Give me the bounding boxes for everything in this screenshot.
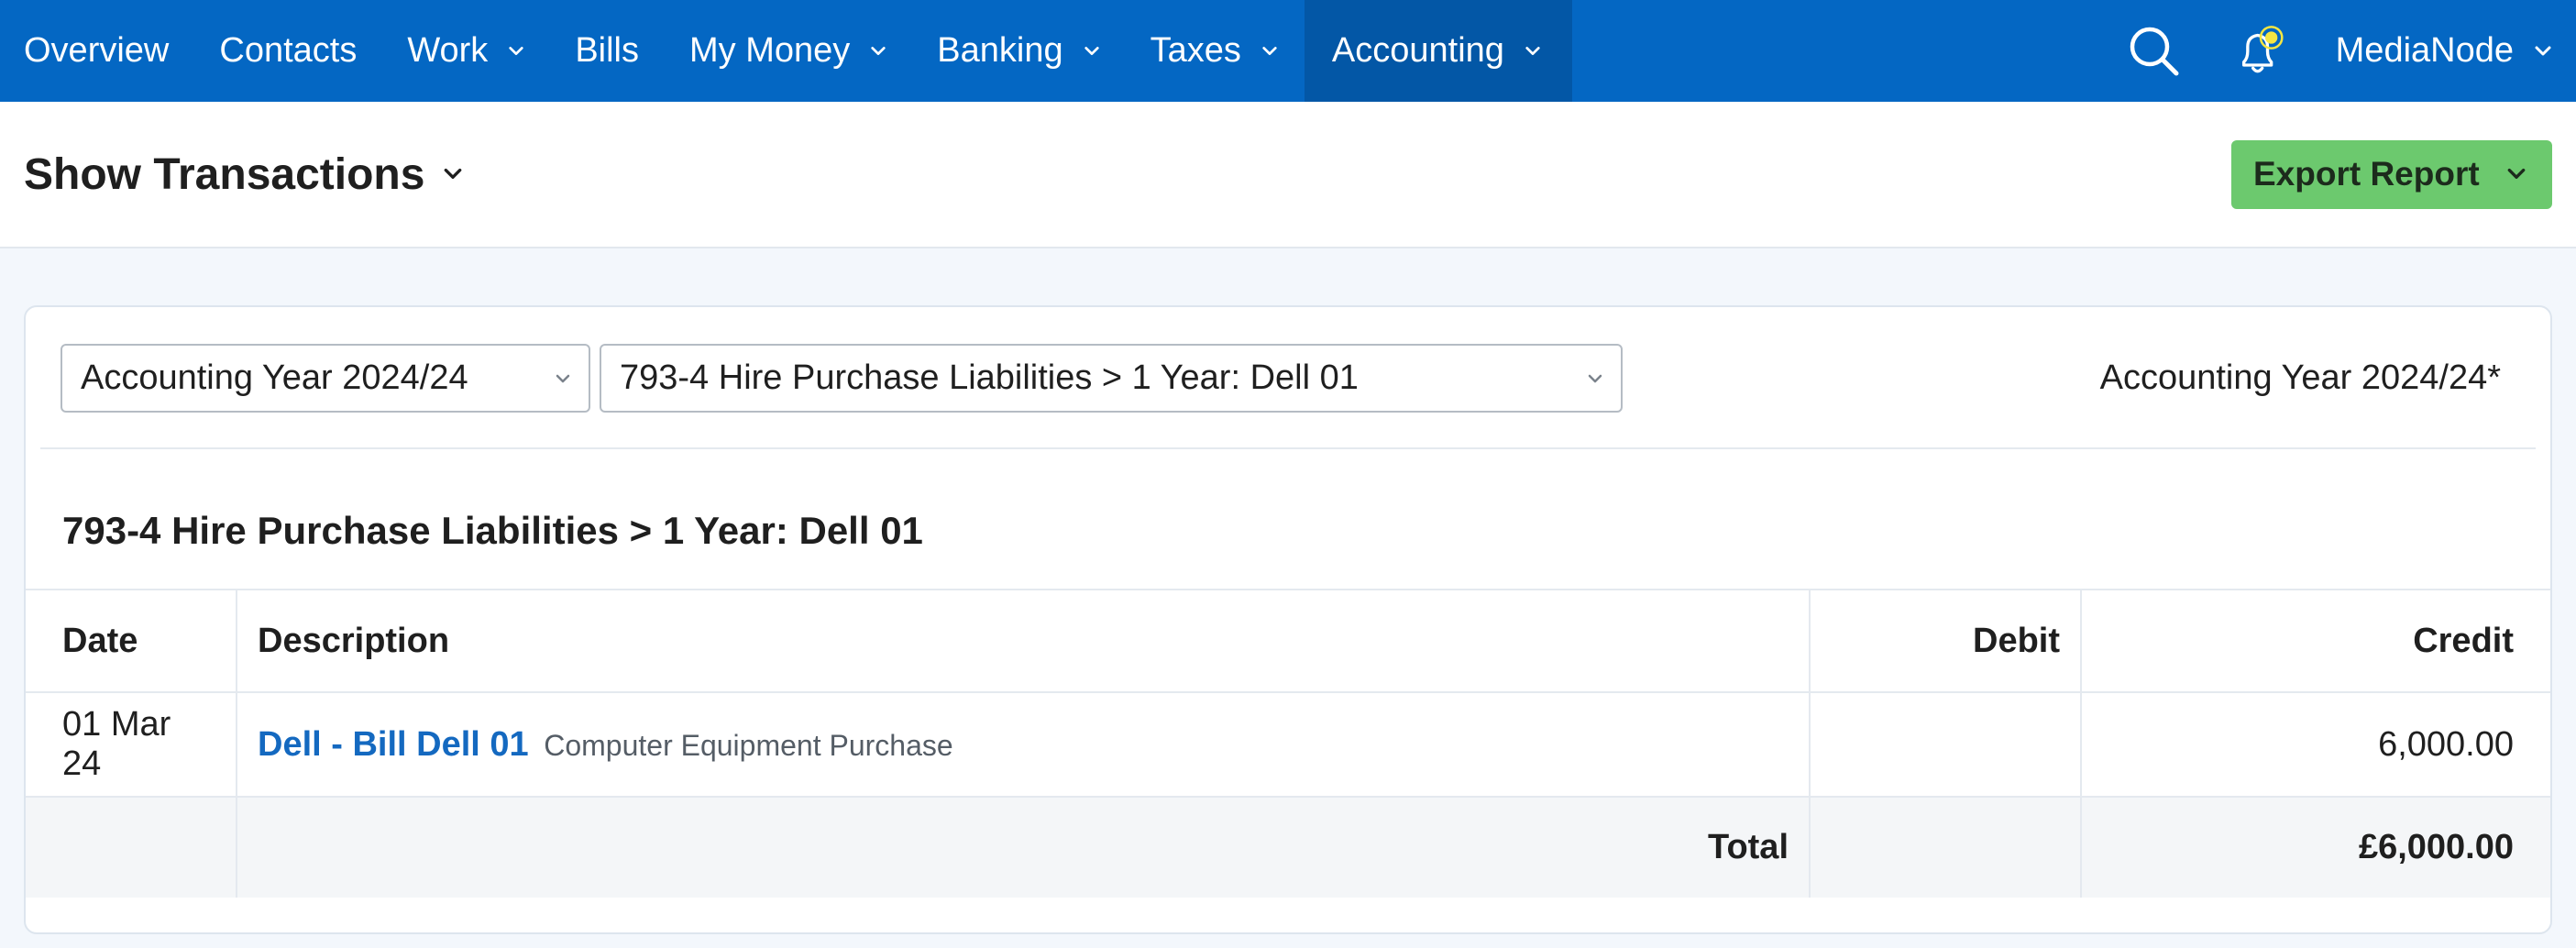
nav-item-label: My Money xyxy=(689,31,851,70)
row-description: Dell - Bill Dell 01 Computer Equipment P… xyxy=(236,691,1810,797)
accounting-year-label: Accounting Year 2024/24* xyxy=(2099,358,2501,397)
chevron-down-icon xyxy=(2535,46,2551,55)
total-debit xyxy=(1809,796,2081,898)
filters-bar: Accounting Year 2024/24 793-4 Hire Purch… xyxy=(40,307,2536,449)
total-label: Total xyxy=(236,796,1810,898)
nav-item-label: Taxes xyxy=(1150,31,1241,70)
user-menu[interactable]: MediaNode xyxy=(2336,31,2552,71)
chevron-down-icon xyxy=(1262,46,1277,55)
nav-item-bills[interactable]: Bills xyxy=(551,0,666,102)
column-header-date: Date xyxy=(26,589,237,692)
account-select[interactable]: 793-4 Hire Purchase Liabilities > 1 Year… xyxy=(600,344,1623,413)
export-report-button[interactable]: Export Report xyxy=(2231,139,2552,209)
nav-item-overview[interactable]: Overview xyxy=(0,0,195,102)
nav-item-label: Bills xyxy=(575,31,639,70)
notifications-button[interactable] xyxy=(2233,24,2288,79)
ledger-card: Accounting Year 2024/24 793-4 Hire Purch… xyxy=(24,305,2552,934)
chevron-down-icon xyxy=(1084,46,1099,55)
bell-icon xyxy=(2241,25,2284,72)
nav-item-accounting[interactable]: Accounting xyxy=(1304,0,1572,102)
nav-actions: MediaNode xyxy=(2127,0,2576,102)
nav-item-label: Accounting xyxy=(1331,31,1504,70)
column-header-description: Description xyxy=(236,589,1810,692)
chevron-down-icon xyxy=(509,46,523,55)
nav-menu: Overview Contacts Work Bills My Money Ba… xyxy=(0,0,1572,102)
nav-item-label: Work xyxy=(407,31,489,70)
page-title-dropdown[interactable]: Show Transactions xyxy=(24,149,463,200)
table-header-row: Date Description Debit Credit xyxy=(26,589,2550,692)
accounting-year-value: Accounting Year 2024/24 xyxy=(81,358,468,397)
chevron-down-icon xyxy=(1588,374,1602,382)
row-credit: 6,000.00 xyxy=(2080,691,2550,797)
page-header: Show Transactions Export Report xyxy=(0,102,2576,248)
row-date: 01 Mar 24 xyxy=(26,691,237,797)
accounting-year-select[interactable]: Accounting Year 2024/24 xyxy=(61,344,590,413)
nav-item-contacts[interactable]: Contacts xyxy=(195,0,383,102)
transaction-note: Computer Equipment Purchase xyxy=(544,728,953,762)
column-header-debit: Debit xyxy=(1809,589,2081,692)
nav-item-taxes[interactable]: Taxes xyxy=(1127,0,1305,102)
chevron-down-icon xyxy=(1525,46,1540,55)
transactions-table: Date Description Debit Credit 01 Mar 24 … xyxy=(26,589,2550,898)
export-report-label: Export Report xyxy=(2253,155,2480,193)
total-row: Total £6,000.00 xyxy=(26,796,2550,898)
nav-item-my-money[interactable]: My Money xyxy=(666,0,913,102)
page-title: Show Transactions xyxy=(24,149,425,199)
user-name: MediaNode xyxy=(2335,31,2514,70)
total-credit: £6,000.00 xyxy=(2080,796,2550,898)
ledger-title: 793-4 Hire Purchase Liabilities > 1 Year… xyxy=(62,509,923,552)
column-header-credit: Credit xyxy=(2080,589,2550,692)
chevron-down-icon xyxy=(556,374,570,382)
transaction-link[interactable]: Dell - Bill Dell 01 xyxy=(258,725,529,764)
total-spacer xyxy=(26,796,237,898)
nav-item-work[interactable]: Work xyxy=(383,0,551,102)
search-icon xyxy=(2130,27,2179,75)
top-nav: Overview Contacts Work Bills My Money Ba… xyxy=(0,0,2576,102)
chevron-down-icon xyxy=(2507,168,2526,179)
nav-item-banking[interactable]: Banking xyxy=(913,0,1126,102)
table-row: 01 Mar 24 Dell - Bill Dell 01 Computer E… xyxy=(26,691,2550,797)
chevron-down-icon xyxy=(871,46,886,55)
search-button[interactable] xyxy=(2127,24,2182,79)
nav-item-label: Contacts xyxy=(219,31,358,70)
chevron-down-icon xyxy=(445,168,462,179)
account-value: 793-4 Hire Purchase Liabilities > 1 Year… xyxy=(620,358,1359,397)
nav-item-label: Banking xyxy=(937,31,1063,70)
row-debit xyxy=(1809,691,2081,797)
nav-item-label: Overview xyxy=(24,31,170,70)
